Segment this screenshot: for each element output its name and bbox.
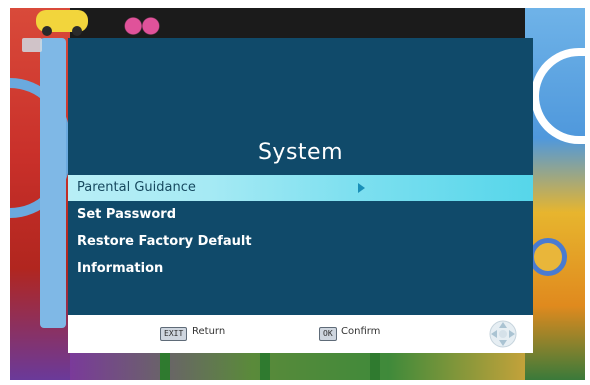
menu-item-parental-guidance[interactable]: Parental Guidance: [68, 175, 533, 201]
menu-item-restore-factory-default[interactable]: Restore Factory Default: [68, 229, 533, 255]
scene-table-leg: [370, 350, 380, 380]
scene-toy-wheel: [72, 26, 82, 36]
menu-item-label: Set Password: [77, 207, 177, 222]
scene-toy-wheel: [42, 26, 52, 36]
menu-item-information[interactable]: Information: [68, 256, 533, 282]
system-menu-panel: System Parental Guidance Set Password Re…: [68, 38, 533, 353]
help-bar: EXIT Return OK Confirm: [68, 315, 533, 353]
confirm-hint: Confirm: [341, 326, 381, 337]
scene-right-circle: [529, 238, 567, 276]
tv-screen: System Parental Guidance Set Password Re…: [10, 8, 585, 380]
menu-item-label: Parental Guidance: [77, 180, 196, 195]
exit-key-icon: EXIT: [160, 327, 188, 341]
channel-logo-icon: [22, 38, 42, 52]
submenu-arrow-icon: [358, 183, 365, 193]
menu-item-set-password[interactable]: Set Password: [68, 202, 533, 228]
menu-list: Parental Guidance Set Password Restore F…: [68, 175, 533, 283]
scene-flower: [120, 12, 164, 40]
return-hint: Return: [192, 326, 226, 337]
scene-table: [70, 350, 525, 380]
menu-item-label: Restore Factory Default: [77, 234, 252, 249]
scene-table-leg: [160, 350, 170, 380]
menu-title: System: [257, 140, 344, 165]
scene-left-post: [40, 38, 66, 328]
directional-pad-icon: [489, 320, 517, 348]
menu-item-label: Information: [77, 261, 164, 276]
ok-key-icon: OK: [319, 327, 337, 341]
scene-table-leg: [260, 350, 270, 380]
